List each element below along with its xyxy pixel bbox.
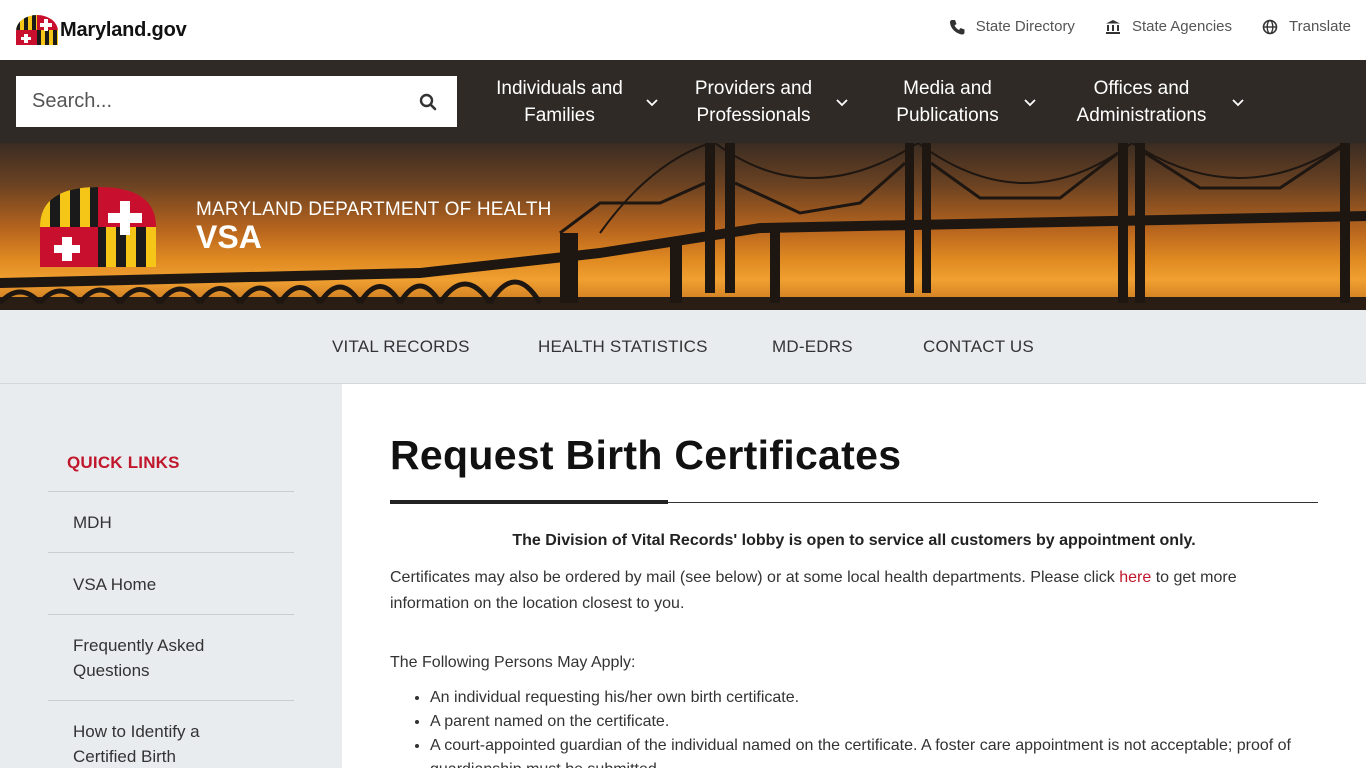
chevron-down-icon	[836, 99, 848, 107]
sidebar-item-label: VSA Home	[73, 575, 157, 594]
eligible-persons-list: An individual requesting his/her own bir…	[430, 686, 1318, 768]
maryland-flag-icon	[16, 15, 58, 45]
sidebar-item-label: MDH	[73, 513, 112, 532]
local-health-departments-link[interactable]: here	[1119, 569, 1151, 586]
quick-links-list: MDH VSA Home Frequently Asked Questions …	[48, 491, 294, 768]
subnav-md-edrs[interactable]: MD-EDRS	[772, 337, 853, 357]
sidebar: QUICK LINKS MDH VSA Home Frequently Aske…	[0, 384, 342, 768]
title-divider-accent	[390, 500, 668, 504]
sidebar-item-vsa-home[interactable]: VSA Home	[48, 552, 294, 614]
nav-providers-professionals[interactable]: Providers and Professionals	[686, 74, 849, 130]
lobby-notice: The Division of Vital Records' lobby is …	[512, 532, 1196, 549]
section-navigation: VITAL RECORDS HEALTH STATISTICS MD-EDRS …	[0, 310, 1366, 384]
nav-label: Individuals and Families	[496, 78, 623, 126]
nav-media-publications[interactable]: Media and Publications	[886, 74, 1037, 130]
search-icon[interactable]	[419, 93, 437, 111]
sidebar-item-faq[interactable]: Frequently Asked Questions	[48, 614, 294, 700]
logo-text: Maryland.gov	[60, 18, 187, 41]
nav-offices-administrations[interactable]: Offices and Administrations	[1066, 74, 1245, 130]
translate-label: Translate	[1289, 18, 1351, 35]
subnav-contact-us[interactable]: CONTACT US	[923, 337, 1034, 357]
list-item: An individual requesting his/her own bir…	[430, 686, 1318, 710]
maryland-gov-logo[interactable]: Maryland.gov	[16, 14, 187, 46]
state-agencies-link[interactable]: State Agencies	[1105, 18, 1232, 35]
list-item: A court-appointed guardian of the indivi…	[430, 734, 1318, 768]
utility-links: State Directory State Agencies Translate	[949, 18, 1351, 35]
sidebar-item-mdh[interactable]: MDH	[48, 491, 294, 552]
eligible-persons-heading: The Following Persons May Apply:	[390, 654, 636, 671]
subnav-health-statistics[interactable]: HEALTH STATISTICS	[538, 337, 708, 357]
nav-label: Media and Publications	[896, 78, 999, 126]
paragraph-text: Certificates may also be ordered by mail…	[390, 569, 1120, 586]
nav-label: Providers and Professionals	[694, 78, 813, 126]
state-agencies-label: State Agencies	[1131, 18, 1233, 35]
list-item: A parent named on the certificate.	[430, 710, 1318, 734]
globe-icon	[1262, 19, 1278, 34]
department-name: MARYLAND DEPARTMENT OF HEALTH	[196, 199, 552, 220]
sidebar-item-label: How to Identify a Certified Birth	[73, 722, 200, 766]
state-directory-label: State Directory	[975, 18, 1075, 35]
nav-label: Offices and Administrations	[1076, 78, 1207, 126]
chevron-down-icon	[1232, 99, 1244, 107]
search-input[interactable]	[16, 76, 396, 127]
state-directory-link[interactable]: State Directory	[949, 18, 1075, 35]
chevron-down-icon	[646, 99, 658, 107]
translate-link[interactable]: Translate	[1262, 18, 1351, 35]
quick-links-title: QUICK LINKS	[67, 453, 180, 472]
building-icon	[1105, 19, 1120, 34]
page-title: Request Birth Certificates	[390, 432, 902, 478]
chevron-down-icon	[1024, 99, 1036, 107]
utility-bar: Maryland.gov State Directory State Agenc…	[0, 0, 1366, 60]
search-form	[16, 76, 457, 127]
sidebar-item-identify-certified-birth[interactable]: How to Identify a Certified Birth	[48, 700, 294, 768]
nav-individuals-families[interactable]: Individuals and Families	[488, 74, 659, 130]
site-name[interactable]: VSA	[196, 219, 262, 256]
subnav-vital-records[interactable]: VITAL RECORDS	[332, 337, 470, 357]
mail-order-paragraph: Certificates may also be ordered by mail…	[390, 565, 1318, 617]
maryland-flag-emblem	[40, 187, 156, 267]
main-navigation: Individuals and Families Providers and P…	[0, 60, 1366, 143]
phone-icon	[949, 19, 965, 34]
sidebar-item-label: Frequently Asked Questions	[73, 636, 205, 680]
hero-banner: MARYLAND DEPARTMENT OF HEALTH VSA	[0, 143, 1366, 310]
